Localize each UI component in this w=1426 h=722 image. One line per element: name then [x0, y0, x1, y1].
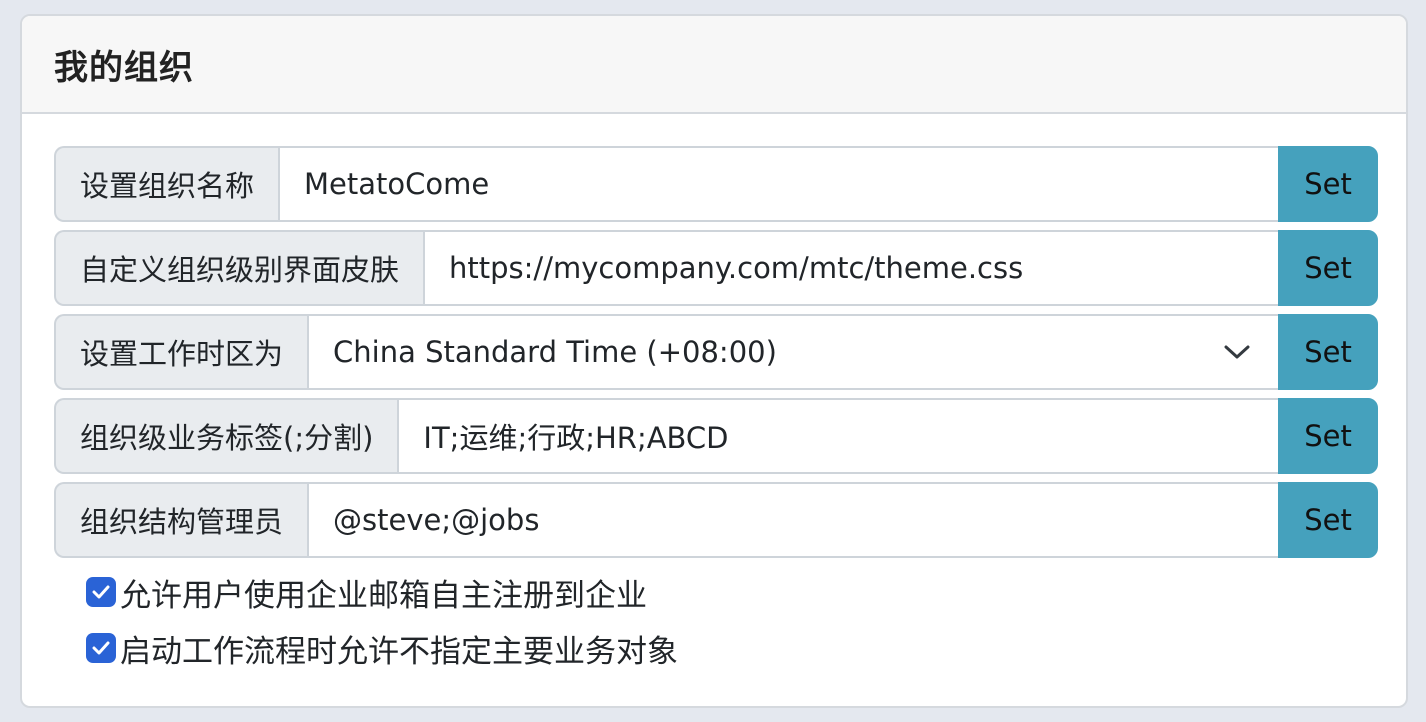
org-name-set-button[interactable]: Set: [1278, 146, 1378, 222]
chevron-down-icon: [1224, 345, 1250, 359]
timezone-select[interactable]: China Standard Time (+08:00): [307, 314, 1278, 390]
org-admins-input[interactable]: @steve;@jobs: [307, 482, 1278, 558]
my-organization-panel: 我的组织 设置组织名称 MetatoCome Set 自定义组织级别界面皮肤 h…: [20, 14, 1408, 708]
panel-header: 我的组织: [22, 16, 1406, 114]
org-name-group: 设置组织名称 MetatoCome Set: [54, 146, 1378, 222]
org-admins-group: 组织结构管理员 @steve;@jobs Set: [54, 482, 1378, 558]
org-admins-set-button[interactable]: Set: [1278, 482, 1378, 558]
timezone-group: 设置工作时区为 China Standard Time (+08:00) Set: [54, 314, 1378, 390]
org-admins-label: 组织结构管理员: [54, 482, 308, 558]
org-theme-group: 自定义组织级别界面皮肤 https://mycompany.com/mtc/th…: [54, 230, 1378, 306]
timezone-selected-value: China Standard Time (+08:00): [333, 335, 777, 369]
timezone-label: 设置工作时区为: [54, 314, 308, 390]
allow-no-business-object-option[interactable]: 启动工作流程时允许不指定主要业务对象: [86, 628, 678, 670]
org-theme-set-button[interactable]: Set: [1278, 230, 1378, 306]
org-theme-input[interactable]: https://mycompany.com/mtc/theme.css: [423, 230, 1278, 306]
allow-email-registration-checkbox[interactable]: [86, 577, 116, 607]
allow-no-business-object-label: 启动工作流程时允许不指定主要业务对象: [120, 633, 678, 670]
check-icon: [92, 641, 110, 655]
allow-email-registration-label: 允许用户使用企业邮箱自主注册到企业: [120, 577, 647, 614]
business-tags-set-button[interactable]: Set: [1278, 398, 1378, 474]
panel-title: 我的组织: [54, 47, 194, 88]
business-tags-group: 组织级业务标签(;分割) IT;运维;行政;HR;ABCD Set: [54, 398, 1378, 474]
allow-no-business-object-checkbox[interactable]: [86, 633, 116, 663]
org-theme-label: 自定义组织级别界面皮肤: [54, 230, 424, 306]
business-tags-label: 组织级业务标签(;分割): [54, 398, 398, 474]
check-icon: [92, 585, 110, 599]
timezone-set-button[interactable]: Set: [1278, 314, 1378, 390]
org-name-input[interactable]: MetatoCome: [278, 146, 1278, 222]
allow-email-registration-option[interactable]: 允许用户使用企业邮箱自主注册到企业: [86, 572, 647, 614]
business-tags-input[interactable]: IT;运维;行政;HR;ABCD: [397, 398, 1278, 474]
org-name-label: 设置组织名称: [54, 146, 279, 222]
